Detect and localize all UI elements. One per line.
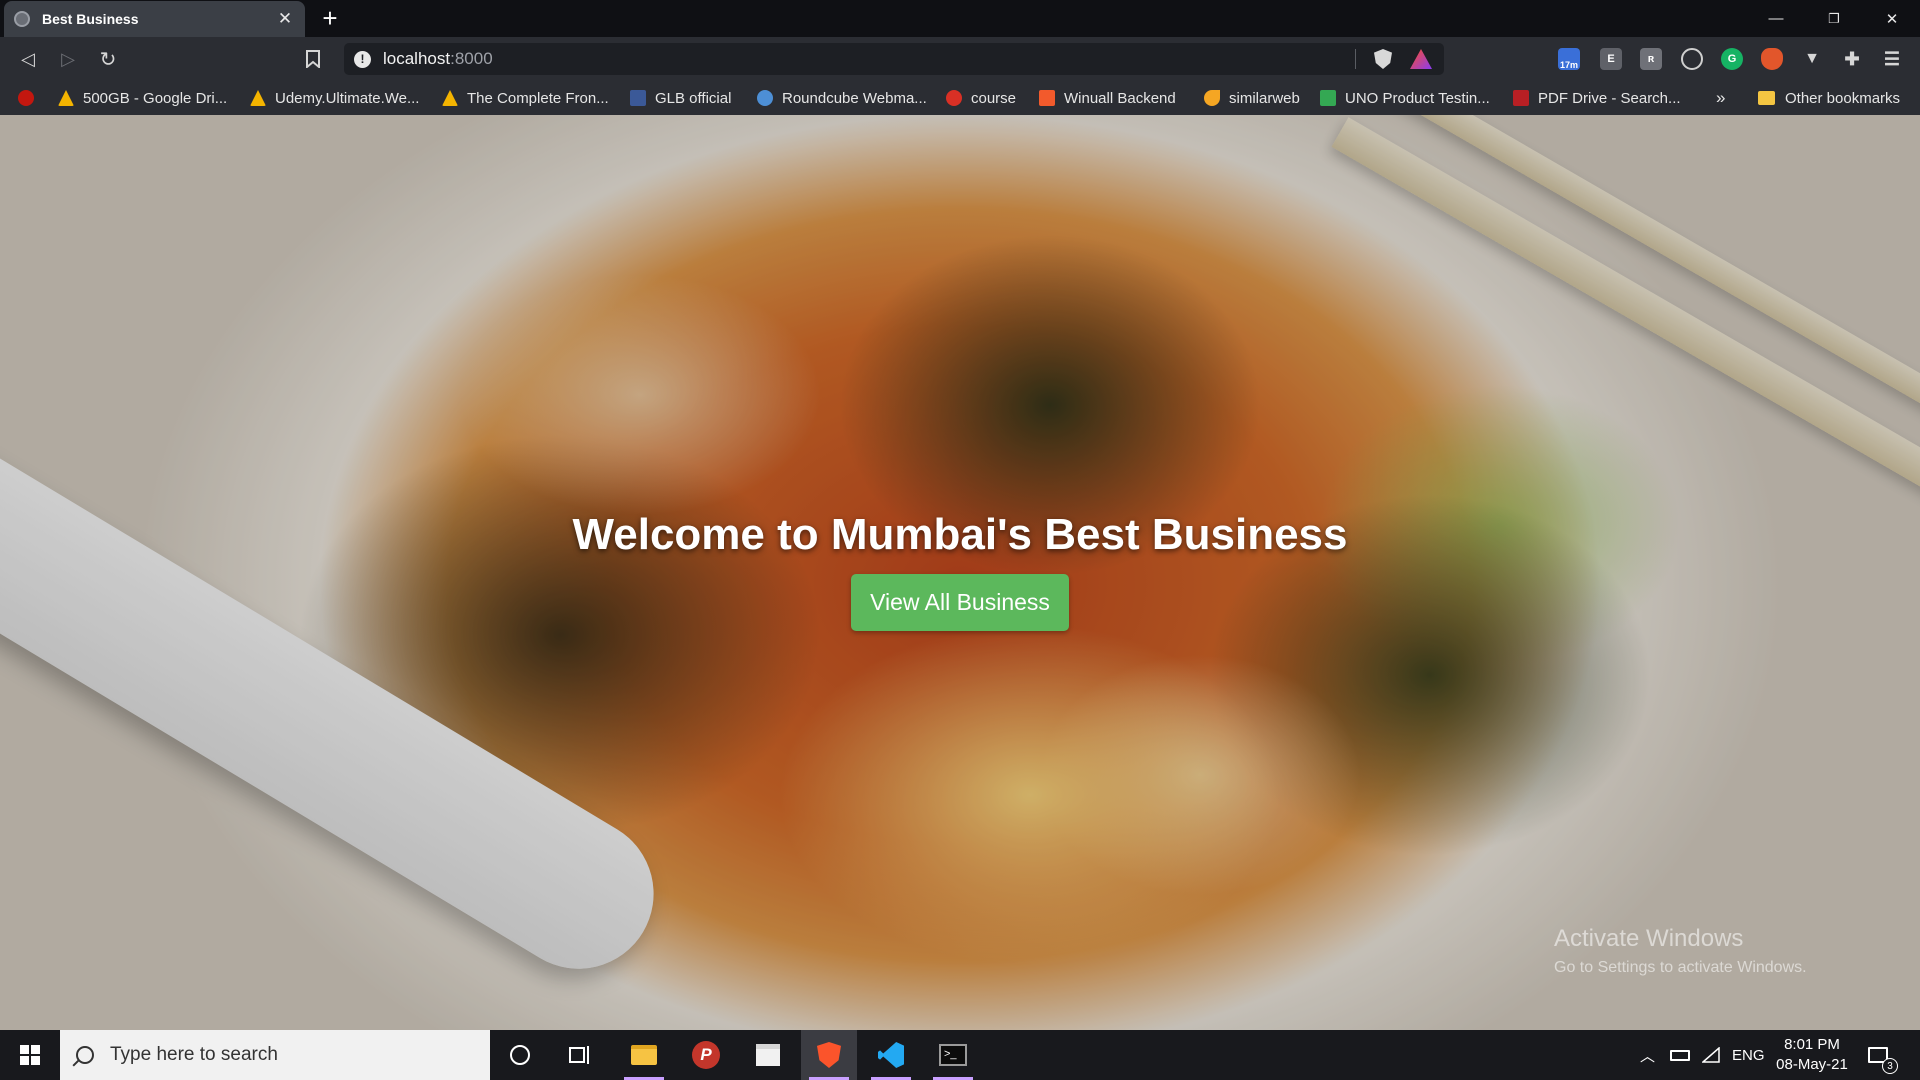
target-extension-icon[interactable] [1681,48,1703,70]
reload-icon[interactable]: ↻ [94,45,122,73]
clock-date: 08-May-21 [1776,1056,1848,1073]
grammarly-icon[interactable]: G [1721,48,1743,70]
google-drive-icon [58,90,74,106]
bookmark-app-icon[interactable] [18,88,34,108]
winuall-icon [1039,90,1055,106]
site-info-icon[interactable]: ! [354,50,371,68]
window-minimize-button[interactable]: — [1748,0,1804,37]
clock-time: 8:01 PM [1784,1036,1840,1053]
search-placeholder: Type here to search [110,1044,278,1065]
task-view-icon[interactable] [552,1030,608,1080]
vscode-icon[interactable] [863,1030,919,1080]
url-port: :8000 [450,49,493,68]
taskbar-search-box[interactable]: Type here to search [60,1030,490,1080]
system-clock[interactable]: 8:01 PM 08-May-21 [1764,1035,1860,1075]
notification-count-badge: 3 [1882,1058,1898,1074]
bookmarks-overflow-icon[interactable]: » [1716,88,1725,108]
similarweb-icon [1204,90,1220,106]
bookmark-item[interactable]: 500GB - Google Dri... [58,88,227,108]
browser-tab-active[interactable]: Best Business ✕ [4,1,305,37]
tray-overflow-icon[interactable]: ︿ [1640,1030,1655,1080]
brave-browser-icon[interactable] [801,1030,857,1080]
brave-shields-icon[interactable] [1374,49,1392,69]
language-indicator[interactable]: ENG [1732,1030,1765,1080]
cortana-icon[interactable] [492,1030,548,1080]
bookmark-item[interactable]: similarweb [1204,88,1300,108]
wifi-icon[interactable] [1702,1030,1720,1080]
bookmark-item[interactable]: course [946,88,1016,108]
start-button[interactable] [0,1030,60,1080]
timer-extension-icon[interactable]: 17m [1558,48,1580,70]
bookmark-item[interactable]: The Complete Fron... [442,88,609,108]
brave-rewards-icon[interactable] [1410,49,1432,69]
address-bar-divider [1355,49,1356,69]
window-close-button[interactable]: ✕ [1864,0,1920,37]
uno-icon [1320,90,1336,106]
facebook-icon [630,90,646,106]
menu-icon[interactable]: ☰ [1881,48,1903,70]
window-restore-button[interactable]: ❐ [1806,0,1862,37]
bookmark-item[interactable]: UNO Product Testin... [1320,88,1490,108]
windows-logo-icon [20,1045,40,1065]
folder-icon [1758,91,1775,105]
watermark-title: Activate Windows [1554,925,1744,952]
extension-badge: 17m [1559,60,1578,70]
terminal-icon[interactable]: >_ [925,1030,981,1080]
file-explorer-icon[interactable] [616,1030,672,1080]
activate-windows-watermark: Activate Windows Go to Settings to activ… [1554,925,1807,977]
extensions-puzzle-icon[interactable]: ✚ [1841,48,1863,70]
pdf-drive-icon [1513,90,1529,106]
google-drive-icon [250,90,266,106]
e-extension-icon[interactable]: E [1600,48,1622,70]
url-host: localhost [383,49,451,68]
bookmark-item[interactable]: Winuall Backend [1039,88,1176,108]
bookmarks-bar: 500GB - Google Dri... Udemy.Ultimate.We.… [0,81,1920,115]
bookmark-item[interactable]: Udemy.Ultimate.We... [250,88,419,108]
new-tab-button[interactable]: + [318,4,342,32]
battery-icon[interactable] [1670,1030,1690,1080]
browser-tab-strip: Best Business ✕ + — ❐ ✕ [0,0,1920,37]
browser-toolbar: ◁ ▷ ↻ ! localhost:8000 17m E ʀ G ▼ ✚ ☰ [0,37,1920,81]
store-icon[interactable] [740,1030,796,1080]
view-all-business-button[interactable]: View All Business [851,574,1069,631]
course-icon [946,90,962,106]
address-bar[interactable]: ! localhost:8000 [344,43,1444,75]
roundcube-icon [757,90,773,106]
hero-overlay [0,115,1920,1030]
hero-title: Welcome to Mumbai's Best Business [572,510,1348,559]
rocket-extension-icon[interactable] [1761,48,1783,70]
hero-section: Welcome to Mumbai's Best Business View A… [0,115,1920,1030]
bookmark-item[interactable]: PDF Drive - Search... [1513,88,1681,108]
other-bookmarks-folder[interactable]: Other bookmarks [1758,88,1900,108]
bookmark-page-icon[interactable] [299,45,327,73]
globe-icon [14,11,30,27]
tab-close-icon[interactable]: ✕ [275,9,295,29]
windows-taskbar: Type here to search P >_ ︿ ENG 8:01 PM 0… [0,1030,1920,1080]
tab-title: Best Business [42,11,139,27]
bookmark-item[interactable]: GLB official [630,88,731,108]
pocket-app-icon[interactable]: P [678,1030,734,1080]
notification-center-icon[interactable]: 3 [1868,1030,1898,1080]
watermark-subtitle: Go to Settings to activate Windows. [1554,959,1807,976]
back-arrow-icon[interactable]: ◁ [14,45,42,73]
vimium-icon[interactable]: ▼ [1801,48,1823,70]
bookmark-item[interactable]: Roundcube Webma... [757,88,927,108]
google-drive-icon [442,90,458,106]
search-icon [76,1046,94,1064]
shield-extension-icon[interactable]: ʀ [1640,48,1662,70]
forward-arrow-icon[interactable]: ▷ [54,45,82,73]
